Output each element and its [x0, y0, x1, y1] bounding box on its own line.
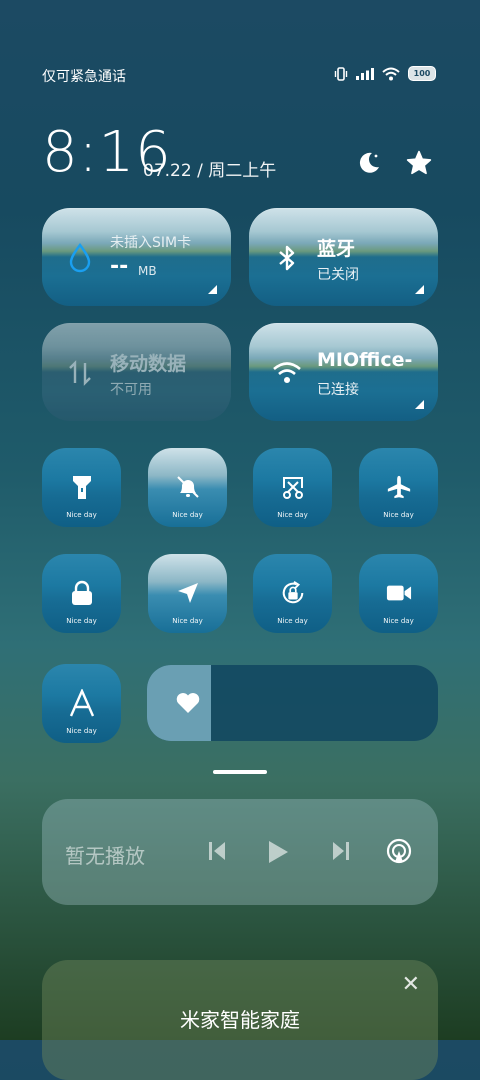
lock-icon — [71, 580, 92, 605]
media-status: 暂无播放 — [65, 844, 145, 868]
data-tile-value: -- — [110, 254, 129, 279]
mobile-data-title: 移动数据 — [110, 353, 187, 375]
data-arrows-icon — [69, 360, 91, 386]
smart-home-card[interactable]: ✕ 米家智能家庭 — [42, 960, 438, 1080]
tile-label: Nice day — [383, 617, 414, 625]
tile-label: Nice day — [66, 617, 97, 625]
top-icons — [356, 150, 432, 176]
tile-label: Nice day — [66, 511, 97, 519]
data-usage-tile[interactable]: 未插入SIM卡 -- MB — [42, 208, 231, 306]
airplane-icon — [387, 475, 410, 499]
rotation-lock-tile[interactable]: Nice day — [253, 554, 332, 633]
close-icon[interactable]: ✕ — [402, 972, 420, 997]
mute-tile[interactable]: Nice day — [148, 448, 227, 527]
airplane-tile[interactable]: Nice day — [359, 448, 438, 527]
cast-icon[interactable] — [386, 838, 412, 864]
heart-icon — [176, 693, 200, 713]
mobile-data-status: 不可用 — [110, 382, 152, 398]
expand-corner-icon — [415, 400, 424, 409]
smart-home-title: 米家智能家庭 — [180, 1008, 300, 1032]
star-icon[interactable] — [406, 150, 432, 176]
moon-icon[interactable] — [356, 150, 382, 176]
clock-date: 07.22 / 周二上午 — [143, 161, 277, 181]
tile-label: Nice day — [383, 511, 414, 519]
expand-corner-icon — [208, 285, 217, 294]
lock-tile[interactable]: Nice day — [42, 554, 121, 633]
vibrate-icon — [334, 66, 348, 81]
font-a-icon — [69, 689, 94, 717]
flashlight-icon — [72, 476, 91, 499]
screenshot-icon — [282, 477, 303, 499]
play-icon[interactable] — [266, 839, 290, 865]
previous-icon[interactable] — [208, 839, 228, 863]
location-tile[interactable]: Nice day — [148, 554, 227, 633]
signal-icon — [356, 67, 374, 80]
battery-icon: 100 — [408, 66, 436, 81]
mobile-data-tile[interactable]: 移动数据 不可用 — [42, 323, 231, 421]
font-size-tile[interactable]: Nice day — [42, 664, 121, 743]
tile-label: Nice day — [172, 511, 203, 519]
brightness-slider[interactable] — [147, 665, 438, 741]
tile-label: Nice day — [66, 727, 97, 735]
bluetooth-title: 蓝牙 — [317, 238, 356, 260]
tile-label: Nice day — [277, 617, 308, 625]
wifi-status: 已连接 — [317, 382, 359, 398]
tile-label: Nice day — [172, 617, 203, 625]
tile-label: Nice day — [277, 511, 308, 519]
bluetooth-status: 已关闭 — [317, 267, 359, 283]
data-tile-unit: MB — [138, 264, 157, 278]
status-text: 仅可紧急通话 — [42, 69, 126, 85]
drag-handle[interactable] — [213, 770, 267, 774]
location-icon — [177, 583, 198, 603]
next-icon[interactable] — [330, 839, 350, 863]
mute-bell-icon — [176, 476, 199, 498]
expand-corner-icon — [415, 285, 424, 294]
data-tile-title: 未插入SIM卡 — [110, 235, 192, 251]
bluetooth-tile[interactable]: 蓝牙 已关闭 — [249, 208, 438, 306]
wifi-icon — [273, 362, 301, 383]
status-icons: 100 — [334, 66, 436, 81]
video-tile[interactable]: Nice day — [359, 554, 438, 633]
bluetooth-icon — [279, 245, 295, 271]
rotation-lock-icon — [282, 581, 303, 604]
wifi-ssid: MIOffice- — [317, 349, 413, 371]
wifi-status-icon — [382, 67, 400, 80]
wifi-tile[interactable]: MIOffice- 已连接 — [249, 323, 438, 421]
screenshot-tile[interactable]: Nice day — [253, 448, 332, 527]
video-camera-icon — [386, 585, 411, 601]
flashlight-tile[interactable]: Nice day — [42, 448, 121, 527]
media-card: 暂无播放 — [42, 799, 438, 905]
water-drop-icon — [69, 242, 91, 273]
